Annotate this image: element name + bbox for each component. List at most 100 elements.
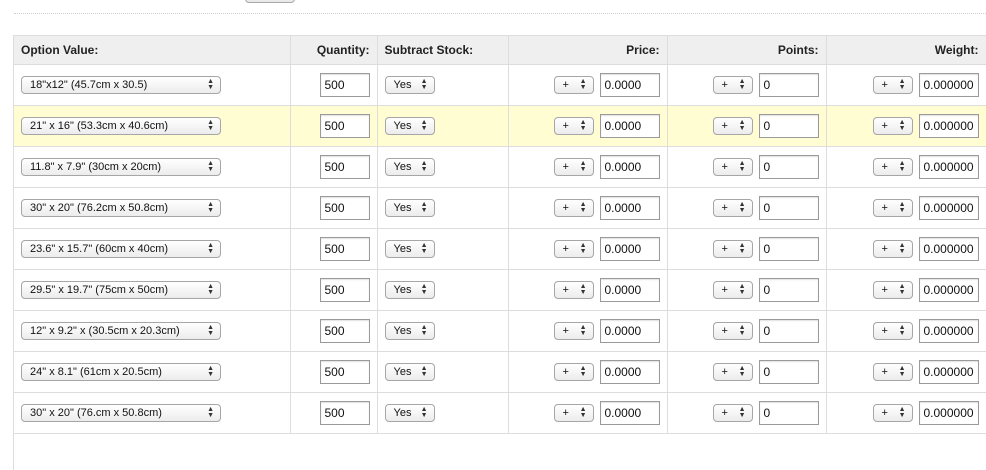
points-prefix-select[interactable]: + ▲ ▼ <box>712 404 753 422</box>
subtract-stock-select[interactable]: Yes ▲ ▼ <box>384 117 435 135</box>
weight-input[interactable]: 0.000000 <box>918 401 979 425</box>
price-input[interactable]: 0.0000 <box>599 319 660 343</box>
table-row: 11.8" x 7.9" (30cm x 20cm) ▲ ▼ 500 Yes ▲ ▼ + ▲ ▼ 0… <box>14 146 986 188</box>
price-input[interactable]: 0.0000 <box>599 73 660 97</box>
points-prefix-selected: + <box>721 120 728 132</box>
subtract-stock-select[interactable]: Yes ▲ ▼ <box>384 363 435 381</box>
top-partial-button[interactable] <box>245 0 295 3</box>
price-prefix-select[interactable]: + ▲ ▼ <box>553 199 594 217</box>
points-prefix-select[interactable]: + ▲ ▼ <box>712 322 753 340</box>
quantity-input[interactable]: 500 <box>319 360 370 384</box>
cell-subtract-stock: Yes ▲ ▼ <box>377 351 509 393</box>
quantity-input[interactable]: 500 <box>319 401 370 425</box>
points-prefix-select[interactable]: + ▲ ▼ <box>712 158 753 176</box>
weight-prefix-select[interactable]: + ▲ ▼ <box>872 404 913 422</box>
weight-prefix-select[interactable]: + ▲ ▼ <box>872 76 913 94</box>
subtract-stock-select[interactable]: Yes ▲ ▼ <box>384 199 435 217</box>
points-input[interactable]: 0 <box>758 360 819 384</box>
weight-input[interactable]: 0.000000 <box>918 319 979 343</box>
weight-prefix-select[interactable]: + ▲ ▼ <box>872 240 913 258</box>
weight-input[interactable]: 0.000000 <box>918 73 979 97</box>
points-input[interactable]: 0 <box>758 155 819 179</box>
quantity-input[interactable]: 500 <box>319 73 370 97</box>
option-value-selected: 11.8" x 7.9" (30cm x 20cm) <box>30 161 162 173</box>
points-input[interactable]: 0 <box>758 73 819 97</box>
subtract-stock-selected: Yes <box>393 161 412 173</box>
option-value-select[interactable]: 11.8" x 7.9" (30cm x 20cm) ▲ ▼ <box>21 158 221 176</box>
points-input[interactable]: 0 <box>758 401 819 425</box>
weight-input[interactable]: 0.000000 <box>918 360 979 384</box>
weight-prefix-select[interactable]: + ▲ ▼ <box>872 199 913 217</box>
option-value-select[interactable]: 30" x 20" (76.cm x 50.8cm) ▲ ▼ <box>21 404 221 422</box>
weight-prefix-select[interactable]: + ▲ ▼ <box>872 363 913 381</box>
subtract-stock-select[interactable]: Yes ▲ ▼ <box>384 404 435 422</box>
points-prefix-select[interactable]: + ▲ ▼ <box>712 117 753 135</box>
select-arrows-icon: ▲ ▼ <box>579 406 587 419</box>
quantity-input[interactable]: 500 <box>319 114 370 138</box>
cell-option-value: 21" x 16" (53.3cm x 40.6cm) ▲ ▼ <box>14 105 291 147</box>
weight-input[interactable]: 0.000000 <box>918 155 979 179</box>
quantity-input[interactable]: 500 <box>319 278 370 302</box>
cell-subtract-stock: Yes ▲ ▼ <box>377 310 509 352</box>
select-arrows-icon: ▲ ▼ <box>579 201 587 214</box>
weight-prefix-select[interactable]: + ▲ ▼ <box>872 158 913 176</box>
price-input[interactable]: 0.0000 <box>599 114 660 138</box>
price-input[interactable]: 0.0000 <box>599 196 660 220</box>
price-input[interactable]: 0.0000 <box>599 401 660 425</box>
option-value-select[interactable]: 18"x12" (45.7cm x 30.5) ▲ ▼ <box>21 76 221 94</box>
weight-input[interactable]: 0.000000 <box>918 196 979 220</box>
option-value-select[interactable]: 24" x 8.1" (61cm x 20.5cm) ▲ ▼ <box>21 363 221 381</box>
table-row: 24" x 8.1" (61cm x 20.5cm) ▲ ▼ 500 Yes ▲ ▼ + ▲ ▼ 0… <box>14 351 986 393</box>
weight-prefix-select[interactable]: + ▲ ▼ <box>872 117 913 135</box>
subtract-stock-select[interactable]: Yes ▲ ▼ <box>384 76 435 94</box>
points-prefix-select[interactable]: + ▲ ▼ <box>712 199 753 217</box>
points-input[interactable]: 0 <box>758 196 819 220</box>
weight-input[interactable]: 0.000000 <box>918 114 979 138</box>
price-prefix-select[interactable]: + ▲ ▼ <box>553 117 594 135</box>
select-arrows-icon: ▲ ▼ <box>738 365 746 378</box>
select-arrows-icon: ▲ ▼ <box>207 242 214 255</box>
option-value-select[interactable]: 12" x 9.2" x (30.5cm x 20.3cm) ▲ ▼ <box>21 322 221 340</box>
price-prefix-select[interactable]: + ▲ ▼ <box>553 240 594 258</box>
subtract-stock-select[interactable]: Yes ▲ ▼ <box>384 158 435 176</box>
cell-option-value: 29.5" x 19.7" (75cm x 50cm) ▲ ▼ <box>14 269 291 311</box>
price-input[interactable]: 0.0000 <box>599 360 660 384</box>
subtract-stock-select[interactable]: Yes ▲ ▼ <box>384 240 435 258</box>
weight-input[interactable]: 0.000000 <box>918 278 979 302</box>
subtract-stock-select[interactable]: Yes ▲ ▼ <box>384 322 435 340</box>
weight-prefix-select[interactable]: + ▲ ▼ <box>872 281 913 299</box>
quantity-input[interactable]: 500 <box>319 155 370 179</box>
price-prefix-select[interactable]: + ▲ ▼ <box>553 363 594 381</box>
subtract-stock-select[interactable]: Yes ▲ ▼ <box>384 281 435 299</box>
weight-prefix-select[interactable]: + ▲ ▼ <box>872 322 913 340</box>
price-input[interactable]: 0.0000 <box>599 155 660 179</box>
select-arrows-icon: ▲ ▼ <box>207 119 214 132</box>
points-input[interactable]: 0 <box>758 114 819 138</box>
price-input[interactable]: 0.0000 <box>599 278 660 302</box>
subtract-stock-selected: Yes <box>393 202 412 214</box>
cell-price: + ▲ ▼ 0.0000 <box>508 228 668 270</box>
points-input[interactable]: 0 <box>758 319 819 343</box>
option-value-select[interactable]: 30" x 20" (76.2cm x 50.8cm) ▲ ▼ <box>21 199 221 217</box>
points-prefix-select[interactable]: + ▲ ▼ <box>712 240 753 258</box>
price-prefix-select[interactable]: + ▲ ▼ <box>553 158 594 176</box>
points-prefix-select[interactable]: + ▲ ▼ <box>712 363 753 381</box>
price-prefix-select[interactable]: + ▲ ▼ <box>553 322 594 340</box>
weight-input[interactable]: 0.000000 <box>918 237 979 261</box>
quantity-input[interactable]: 500 <box>319 237 370 261</box>
option-value-select[interactable]: 29.5" x 19.7" (75cm x 50cm) ▲ ▼ <box>21 281 221 299</box>
quantity-input[interactable]: 500 <box>319 319 370 343</box>
points-input[interactable]: 0 <box>758 237 819 261</box>
select-arrows-icon: ▲ ▼ <box>738 242 746 255</box>
table-row: 21" x 16" (53.3cm x 40.6cm) ▲ ▼ 500 Yes ▲ ▼ + ▲ ▼… <box>14 105 986 147</box>
option-value-select[interactable]: 23.6" x 15.7" (60cm x 40cm) ▲ ▼ <box>21 240 221 258</box>
points-input[interactable]: 0 <box>758 278 819 302</box>
price-input[interactable]: 0.0000 <box>599 237 660 261</box>
price-prefix-select[interactable]: + ▲ ▼ <box>553 281 594 299</box>
points-prefix-select[interactable]: + ▲ ▼ <box>712 281 753 299</box>
price-prefix-select[interactable]: + ▲ ▼ <box>553 404 594 422</box>
option-value-select[interactable]: 21" x 16" (53.3cm x 40.6cm) ▲ ▼ <box>21 117 221 135</box>
price-prefix-select[interactable]: + ▲ ▼ <box>553 76 594 94</box>
points-prefix-select[interactable]: + ▲ ▼ <box>712 76 753 94</box>
quantity-input[interactable]: 500 <box>319 196 370 220</box>
